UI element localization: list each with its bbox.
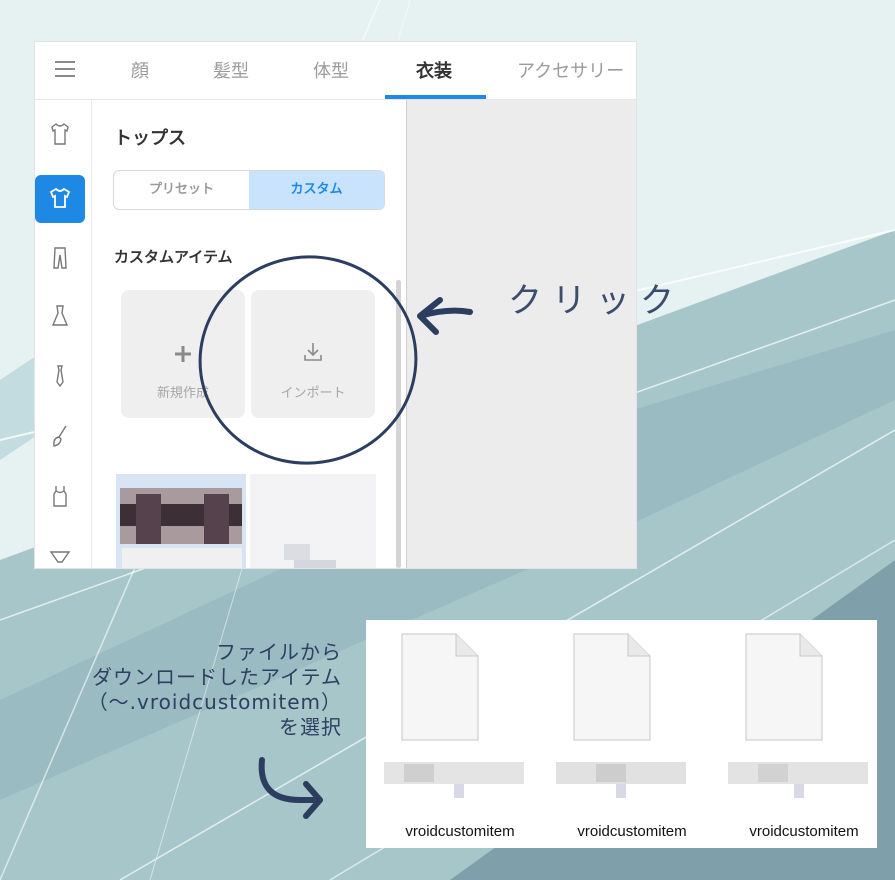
file-item[interactable]: vroidcustomitem [552, 632, 712, 844]
file-name: vroidcustomitem [405, 823, 515, 840]
menu-icon[interactable] [55, 61, 75, 79]
blurred-filename [556, 762, 686, 798]
blurred-filename [728, 762, 868, 798]
instruction-text: ファイルから ダウンロードしたアイテム （～.vroidcustomitem） … [12, 640, 342, 740]
category-sidebar [35, 100, 92, 568]
scrollbar[interactable] [396, 280, 401, 568]
import-tile[interactable]: インポート [251, 290, 375, 418]
shirt-outline-icon[interactable] [47, 120, 73, 148]
custom-item-thumbnails[interactable] [116, 474, 376, 568]
file-name: vroidcustomitem [577, 823, 687, 840]
instruction-line: ダウンロードしたアイテム [92, 665, 342, 689]
tab-outfit[interactable]: 衣装 [416, 57, 452, 83]
custom-items-pane: トップス プリセット カスタム カスタムアイテム 新規作成 インポート [92, 100, 405, 568]
download-icon [304, 343, 322, 361]
custom-items-heading: カスタムアイテム [114, 248, 233, 266]
tank-top-icon[interactable] [47, 482, 73, 510]
pants-icon[interactable] [47, 244, 73, 272]
file-item[interactable]: vroidcustomitem [380, 632, 540, 844]
tab-hairstyle[interactable]: 髪型 [213, 57, 249, 83]
file-icon [745, 633, 823, 741]
tab-face[interactable]: 顔 [131, 57, 149, 83]
plus-icon [175, 346, 191, 362]
file-icon [573, 633, 651, 741]
top-tab-bar: 顔 髪型 体型 衣装 アクセサリー [35, 42, 636, 100]
instruction-line: ファイルから [216, 640, 342, 664]
custom-button[interactable]: カスタム [249, 171, 384, 209]
file-name: vroidcustomitem [749, 823, 859, 840]
tab-accessory[interactable]: アクセサリー [517, 57, 624, 83]
tie-icon[interactable] [47, 362, 73, 390]
preview-area [406, 100, 636, 568]
click-annotation: クリック [508, 281, 684, 321]
dress-icon[interactable] [47, 302, 73, 330]
preset-button[interactable]: プリセット [114, 171, 249, 209]
brush-icon[interactable] [47, 422, 73, 450]
preset-custom-toggle: プリセット カスタム [113, 170, 385, 210]
instruction-line: を選択 [279, 715, 342, 739]
file-item[interactable]: vroidcustomitem [724, 632, 884, 844]
file-icon [401, 633, 479, 741]
new-item-label: 新規作成 [156, 386, 209, 401]
category-title: トップス [114, 128, 186, 149]
import-label: インポート [280, 386, 346, 401]
new-item-tile[interactable]: 新規作成 [121, 290, 245, 418]
instruction-line: （～.vroidcustomitem） [87, 690, 342, 714]
underwear-icon[interactable] [47, 542, 73, 568]
blurred-filename [384, 762, 524, 798]
tab-body[interactable]: 体型 [313, 57, 349, 83]
tshirt-icon[interactable] [47, 184, 73, 212]
active-tab-indicator [385, 95, 486, 99]
file-browser: vroidcustomitem vroidcustomitem vroidcus… [366, 620, 877, 848]
